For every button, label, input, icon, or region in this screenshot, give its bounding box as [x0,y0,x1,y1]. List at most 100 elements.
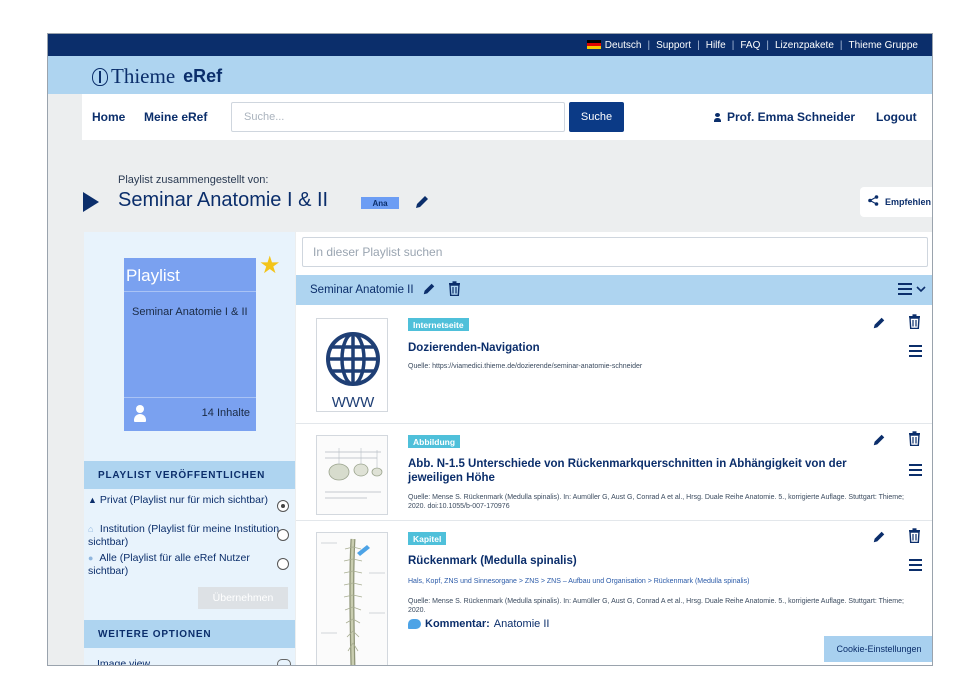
lizenzpakete-link[interactable]: Lizenzpakete [769,40,840,51]
thieme-gruppe-link[interactable]: Thieme Gruppe [843,40,924,51]
item-breadcrumb[interactable]: Hals, Kopf, ZNS und Sinnesorgane > ZNS >… [408,577,788,586]
card-label: Playlist [126,266,180,285]
comment-text: Anatomie II [493,618,550,630]
logo-band: Thieme eRef [48,56,932,94]
publish-option-privat[interactable]: ▲ Privat (Playlist nur für mich sichtbar… [88,494,291,512]
user-icon [714,112,721,122]
radio-privat[interactable] [277,500,289,512]
item-comment: Kommentar: Anatomie II [408,618,549,630]
option-label: Institution (Playlist für meine Institut… [88,523,280,548]
playlist-subtitle: Playlist zusammengestellt von: [118,174,269,186]
spinal-cord-figure [317,533,387,665]
hamburger-icon [898,283,912,295]
item-title[interactable]: Rückenmark (Medulla spinalis) [408,554,878,568]
item-title[interactable]: Dozierenden-Navigation [408,341,878,355]
publish-heading: PLAYLIST VERÖFFENTLICHEN [84,461,295,489]
delete-item-trash-icon[interactable] [908,528,921,548]
publish-option-alle[interactable]: ● Alle (Playlist für alle eRef Nutzer si… [88,552,291,578]
reorder-hamburger-icon[interactable] [909,463,922,481]
thieme-eref-logo[interactable]: Thieme eRef [92,64,222,89]
item-thumbnail [316,532,388,665]
logo-brand: Thieme [111,64,176,88]
playlist-content: In dieser Playlist suchen Seminar Anatom… [296,232,932,665]
hilfe-link[interactable]: Hilfe [700,40,732,51]
list-item[interactable]: WWW Internetseite Dozierenden-Navigation… [296,308,932,424]
favorite-star-icon[interactable]: ★ [259,254,281,278]
reorder-hamburger-icon[interactable] [909,558,922,576]
item-thumbnail: WWW [316,318,388,412]
www-text: WWW [332,394,375,411]
list-menu-dropdown[interactable] [898,283,926,295]
divider [124,397,256,398]
item-thumbnail [316,435,388,515]
person-icon [134,405,146,423]
globe-www-icon: WWW [326,332,380,411]
card-playlist-name: Seminar Anatomie I & II [132,306,248,318]
card-item-count: 14 Inhalte [201,407,250,419]
chevron-down-icon [916,286,926,293]
comment-label: Kommentar: [425,618,490,630]
reorder-hamburger-icon[interactable] [909,344,922,362]
playlist-list-header: Seminar Anatomie II [296,275,932,305]
list-title: Seminar Anatomie II [310,284,414,296]
cookie-settings-button[interactable]: Cookie-Einstellungen [824,636,932,662]
top-utility-bar: Deutsch | Support | Hilfe | FAQ | Lizenz… [48,34,932,56]
playlist-card[interactable]: Playlist Seminar Anatomie I & II 14 Inha… [124,258,256,431]
item-source: Quelle: Mense S. Rückenmark (Medulla spi… [408,494,904,510]
playlist-search-input[interactable]: In dieser Playlist suchen [302,237,928,267]
logout-link[interactable]: Logout [876,110,917,124]
play-icon[interactable] [83,192,99,212]
left-sidebar: Playlist Seminar Anatomie I & II 14 Inha… [84,232,295,666]
publish-option-institution[interactable]: ⌂ Institution (Playlist für meine Instit… [88,523,291,549]
edit-item-pencil-icon[interactable] [872,316,886,335]
image-view-toggle[interactable] [277,659,291,665]
share-label: Empfehlen [885,197,932,207]
nav-home[interactable]: Home [92,110,125,124]
user-name: Prof. Emma Schneider [727,110,856,124]
institution-icon: ⌂ [88,524,94,534]
item-source: Quelle: Mense S. Rückenmark (Medulla spi… [408,598,904,614]
globe-icon: ● [88,553,94,563]
share-icon [868,195,879,209]
edit-item-pencil-icon[interactable] [872,530,886,549]
item-type-tag: Abbildung [408,435,461,448]
item-type-tag: Internetseite [408,318,469,331]
playlist-title: Seminar Anatomie I & II [118,189,329,211]
logo-product: eRef [183,66,223,86]
item-type-tag: Kapitel [408,532,447,545]
item-title[interactable]: Abb. N-1.5 Unterschiede von Rückenmarkqu… [408,457,878,485]
support-link[interactable]: Support [650,40,697,51]
language-switch[interactable]: Deutsch [581,39,648,51]
comment-bubble-icon [408,619,421,629]
divider [124,291,256,292]
edit-list-pencil-icon[interactable] [422,282,436,299]
main-navigation: Home Meine eRef Suche... Suche Prof. Emm… [82,94,932,140]
search-input[interactable]: Suche... [231,102,565,132]
radio-alle[interactable] [277,558,289,570]
delete-item-trash-icon[interactable] [908,314,921,334]
radio-institution[interactable] [277,529,289,541]
browser-frame: Deutsch | Support | Hilfe | FAQ | Lizenz… [47,33,933,666]
lock-icon: ▲ [88,495,97,505]
language-label: Deutsch [604,39,642,51]
item-source: Quelle: https://viamedici.thieme.de/dozi… [408,363,643,370]
german-flag-icon [586,39,601,49]
faq-link[interactable]: FAQ [734,40,766,51]
list-item[interactable]: Abbildung Abb. N-1.5 Unterschiede von Rü… [296,425,932,521]
option-label: Privat (Playlist nur für mich sichtbar) [99,494,268,506]
delete-list-trash-icon[interactable] [448,281,461,299]
playlist-badge: Ana [361,197,399,209]
nav-meine-eref[interactable]: Meine eRef [144,110,207,124]
share-button[interactable]: Empfehlen [860,187,932,217]
user-account[interactable]: Prof. Emma Schneider [714,110,855,124]
more-options-heading: WEITERE OPTIONEN [84,620,295,648]
image-view-label: Image view [97,658,151,666]
edit-item-pencil-icon[interactable] [872,433,886,452]
thieme-emblem-icon [92,67,108,86]
spinal-cross-section-figure [317,436,387,514]
edit-title-pencil-icon[interactable] [414,194,430,215]
search-button[interactable]: Suche [569,102,624,132]
option-label: Alle (Playlist für alle eRef Nutzer sich… [88,552,250,577]
apply-button[interactable]: Übernehmen [198,587,288,609]
delete-item-trash-icon[interactable] [908,431,921,451]
